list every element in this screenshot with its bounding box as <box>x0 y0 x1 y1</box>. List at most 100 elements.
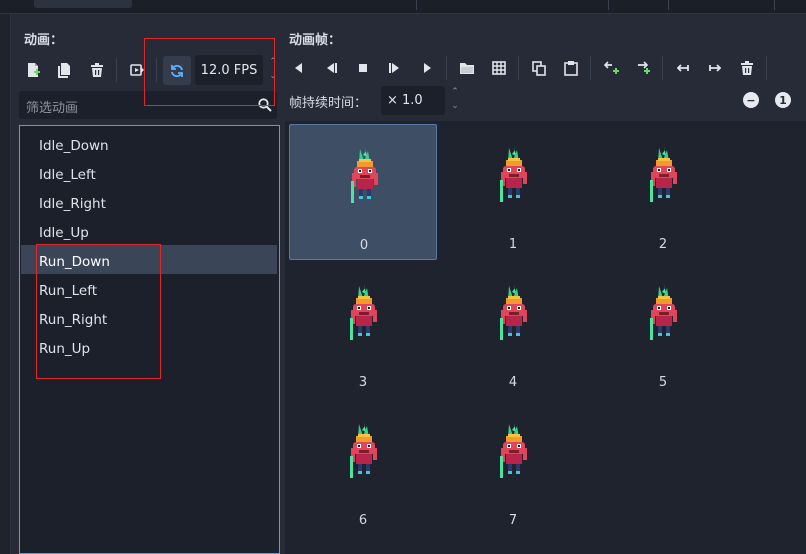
frame-cell[interactable]: 2 <box>589 124 737 260</box>
insert-empty-before-button[interactable] <box>598 55 624 81</box>
top-bar <box>0 0 806 14</box>
autoplay-button[interactable] <box>124 57 150 83</box>
frame-duration-input[interactable]: × 1.0 <box>381 86 445 115</box>
sprite-thumbnail <box>350 280 377 340</box>
animation-item[interactable]: Run_Up <box>21 332 277 361</box>
play-from-start-button[interactable] <box>382 55 408 81</box>
frames-title: 动画帧： <box>289 33 342 48</box>
sprite-thumbnail <box>650 280 677 340</box>
sprite-thumbnail <box>650 142 677 202</box>
frame-cell[interactable]: 1 <box>439 124 587 260</box>
frame-number: 5 <box>658 375 668 390</box>
frame-cell-selected[interactable]: 0 <box>289 124 437 260</box>
top-divider <box>416 0 417 10</box>
animation-list[interactable]: Idle_Down Idle_Left Idle_Right Idle_Up R… <box>19 125 280 554</box>
chevron-down-icon[interactable]: ⌄ <box>450 101 460 111</box>
paste-icon <box>564 61 578 76</box>
copy-icon <box>532 61 546 76</box>
copy-frame-button[interactable] <box>526 55 552 81</box>
chevron-up-icon[interactable]: ⌃ <box>450 87 460 97</box>
frame-cell[interactable]: 5 <box>589 262 737 398</box>
zoom-reset-button[interactable]: 1 <box>775 92 791 108</box>
top-divider <box>668 0 669 10</box>
search-icon <box>258 98 272 112</box>
top-divider <box>774 0 775 10</box>
move-left-icon <box>676 64 689 72</box>
play-backwards-button[interactable] <box>286 55 312 81</box>
frame-cell[interactable]: 6 <box>289 400 437 536</box>
play-button[interactable] <box>414 55 440 81</box>
toolbar-separator <box>766 56 767 80</box>
sprite-thumbnail <box>350 418 377 478</box>
frame-number: 2 <box>658 237 668 252</box>
frame-number: 0 <box>359 238 369 253</box>
insert-empty-after-button[interactable] <box>630 55 656 81</box>
autoplay-icon <box>130 64 144 76</box>
move-frame-right-button[interactable] <box>702 55 728 81</box>
filter-placeholder: 筛选动画 <box>26 101 79 116</box>
stop-icon <box>359 64 367 72</box>
loop-icon <box>171 64 183 77</box>
frame-number: 6 <box>358 513 368 528</box>
insert-after-icon <box>638 61 650 74</box>
filter-animations-input[interactable]: 筛选动画 <box>19 91 277 119</box>
fps-stepper[interactable]: ⌃ ⌄ <box>268 57 278 81</box>
play-backward-from-end-icon <box>327 63 337 73</box>
frame-number: 7 <box>508 513 518 528</box>
animation-item[interactable]: Run_Left <box>21 274 277 303</box>
trash-icon <box>91 63 103 77</box>
play-from-start-icon <box>389 63 399 73</box>
trash-icon <box>741 61 753 75</box>
animation-item-selected[interactable]: Run_Down <box>21 245 277 274</box>
stop-button[interactable] <box>350 55 376 81</box>
fps-input[interactable]: 12.0 FPS <box>195 55 263 85</box>
sprite-thumbnail <box>500 418 527 478</box>
toolbar-separator <box>116 58 117 82</box>
toolbar-separator <box>518 56 519 80</box>
duration-stepper[interactable]: ⌃ ⌄ <box>450 87 460 111</box>
add-frame-from-file-button[interactable] <box>454 55 480 81</box>
chevron-up-icon[interactable]: ⌃ <box>268 57 278 67</box>
frame-cell[interactable]: 4 <box>439 262 587 398</box>
animation-item[interactable]: Idle_Left <box>21 158 277 187</box>
frame-cell[interactable]: 7 <box>439 400 587 536</box>
zoom-out-button[interactable]: − <box>743 92 759 108</box>
delete-frame-button[interactable] <box>734 55 760 81</box>
add-frames-from-sheet-button[interactable] <box>486 55 512 81</box>
frames-grid[interactable]: 0 1 2 3 4 5 6 7 <box>285 121 806 554</box>
animation-item[interactable]: Idle_Right <box>21 187 277 216</box>
play-icon <box>424 63 431 73</box>
new-file-icon <box>28 63 40 77</box>
left-dock-strip <box>0 14 11 554</box>
frame-cell[interactable]: 3 <box>289 262 437 398</box>
top-tab[interactable] <box>34 0 132 8</box>
move-right-icon <box>709 64 722 72</box>
sprite-thumbnail <box>500 280 527 340</box>
top-divider <box>608 0 609 10</box>
animation-item[interactable]: Idle_Down <box>21 129 277 158</box>
sprite-thumbnail <box>500 142 527 202</box>
delete-animation-button[interactable] <box>84 57 110 83</box>
toolbar-separator <box>590 56 591 80</box>
frame-number: 4 <box>508 375 518 390</box>
sprite-thumbnail <box>351 143 378 203</box>
loop-toggle-button[interactable] <box>163 56 191 85</box>
play-backward-icon <box>295 63 302 73</box>
toolbar-separator <box>662 56 663 80</box>
frame-number: 1 <box>508 237 518 252</box>
animation-item[interactable]: Idle_Up <box>21 216 277 245</box>
animations-title: 动画： <box>24 33 64 48</box>
insert-before-icon <box>603 61 619 74</box>
duplicate-animation-button[interactable] <box>51 57 77 83</box>
paste-frame-button[interactable] <box>558 55 584 81</box>
duplicate-icon <box>58 63 70 78</box>
grid-icon <box>492 61 506 75</box>
toolbar-separator <box>156 58 157 82</box>
animation-item[interactable]: Run_Right <box>21 303 277 332</box>
play-backwards-from-end-button[interactable] <box>318 55 344 81</box>
new-animation-button[interactable] <box>20 57 46 83</box>
frame-duration-label: 帧持续时间： <box>289 96 368 111</box>
chevron-down-icon[interactable]: ⌄ <box>268 71 278 81</box>
folder-icon <box>460 63 474 74</box>
move-frame-left-button[interactable] <box>670 55 696 81</box>
